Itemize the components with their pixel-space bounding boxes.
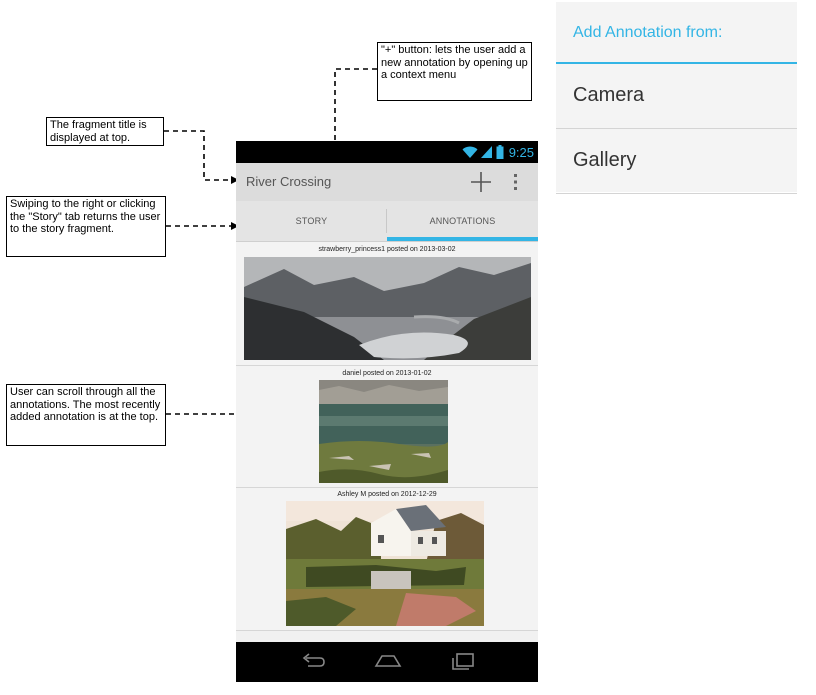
signal-icon <box>480 146 492 158</box>
menu-item-camera[interactable]: Camera <box>556 64 797 129</box>
post-caption: daniel posted on 2013-01-02 <box>342 370 432 377</box>
annotation-card[interactable]: daniel posted on 2013-01-02 <box>236 366 538 488</box>
active-tab-indicator <box>387 237 538 241</box>
wifi-icon <box>462 146 478 158</box>
annotation-feed[interactable]: strawberry_princess1 posted on 2013-03-0… <box>236 242 538 642</box>
post-caption: strawberry_princess1 posted on 2013-03-0… <box>318 246 456 253</box>
battery-icon <box>496 145 504 159</box>
mountain-river-photo <box>244 257 531 360</box>
menu-item-label: Camera <box>573 84 645 106</box>
title-arrow <box>164 130 239 184</box>
tab-annotations[interactable]: ANNOTATIONS <box>387 201 538 241</box>
home-icon[interactable] <box>374 650 402 670</box>
menu-item-label: Gallery <box>573 149 637 171</box>
context-menu-header: Add Annotation from: <box>556 2 797 64</box>
fragment-title: River Crossing <box>246 174 332 189</box>
post-caption: Ashley M posted on 2012-12-29 <box>337 491 437 498</box>
navigation-bar <box>236 642 538 682</box>
status-bar: 9:25 <box>236 141 538 163</box>
recent-apps-icon[interactable] <box>450 650 476 670</box>
overflow-menu-icon[interactable] <box>512 173 520 191</box>
status-time: 9:25 <box>508 144 534 160</box>
annotation-card[interactable]: Ashley M posted on 2012-12-29 <box>236 488 538 631</box>
tab-story[interactable]: STORY <box>236 201 387 241</box>
annotation-card[interactable]: strawberry_princess1 posted on 2013-03-0… <box>236 242 538 366</box>
add-annotation-context-menu: Add Annotation from: Camera Gallery <box>556 2 797 194</box>
back-icon[interactable] <box>300 650 326 670</box>
phone-screen: 9:25 River Crossing STORY ANNOTATIONS st… <box>236 141 538 682</box>
context-menu-title: Add Annotation from: <box>573 24 723 41</box>
lake-shore-photo <box>319 380 448 483</box>
menu-item-gallery[interactable]: Gallery <box>556 129 797 194</box>
add-annotation-button[interactable] <box>470 171 492 193</box>
house-reflection-painting <box>286 501 484 626</box>
action-bar: River Crossing <box>236 163 538 201</box>
tab-bar: STORY ANNOTATIONS <box>236 201 538 242</box>
